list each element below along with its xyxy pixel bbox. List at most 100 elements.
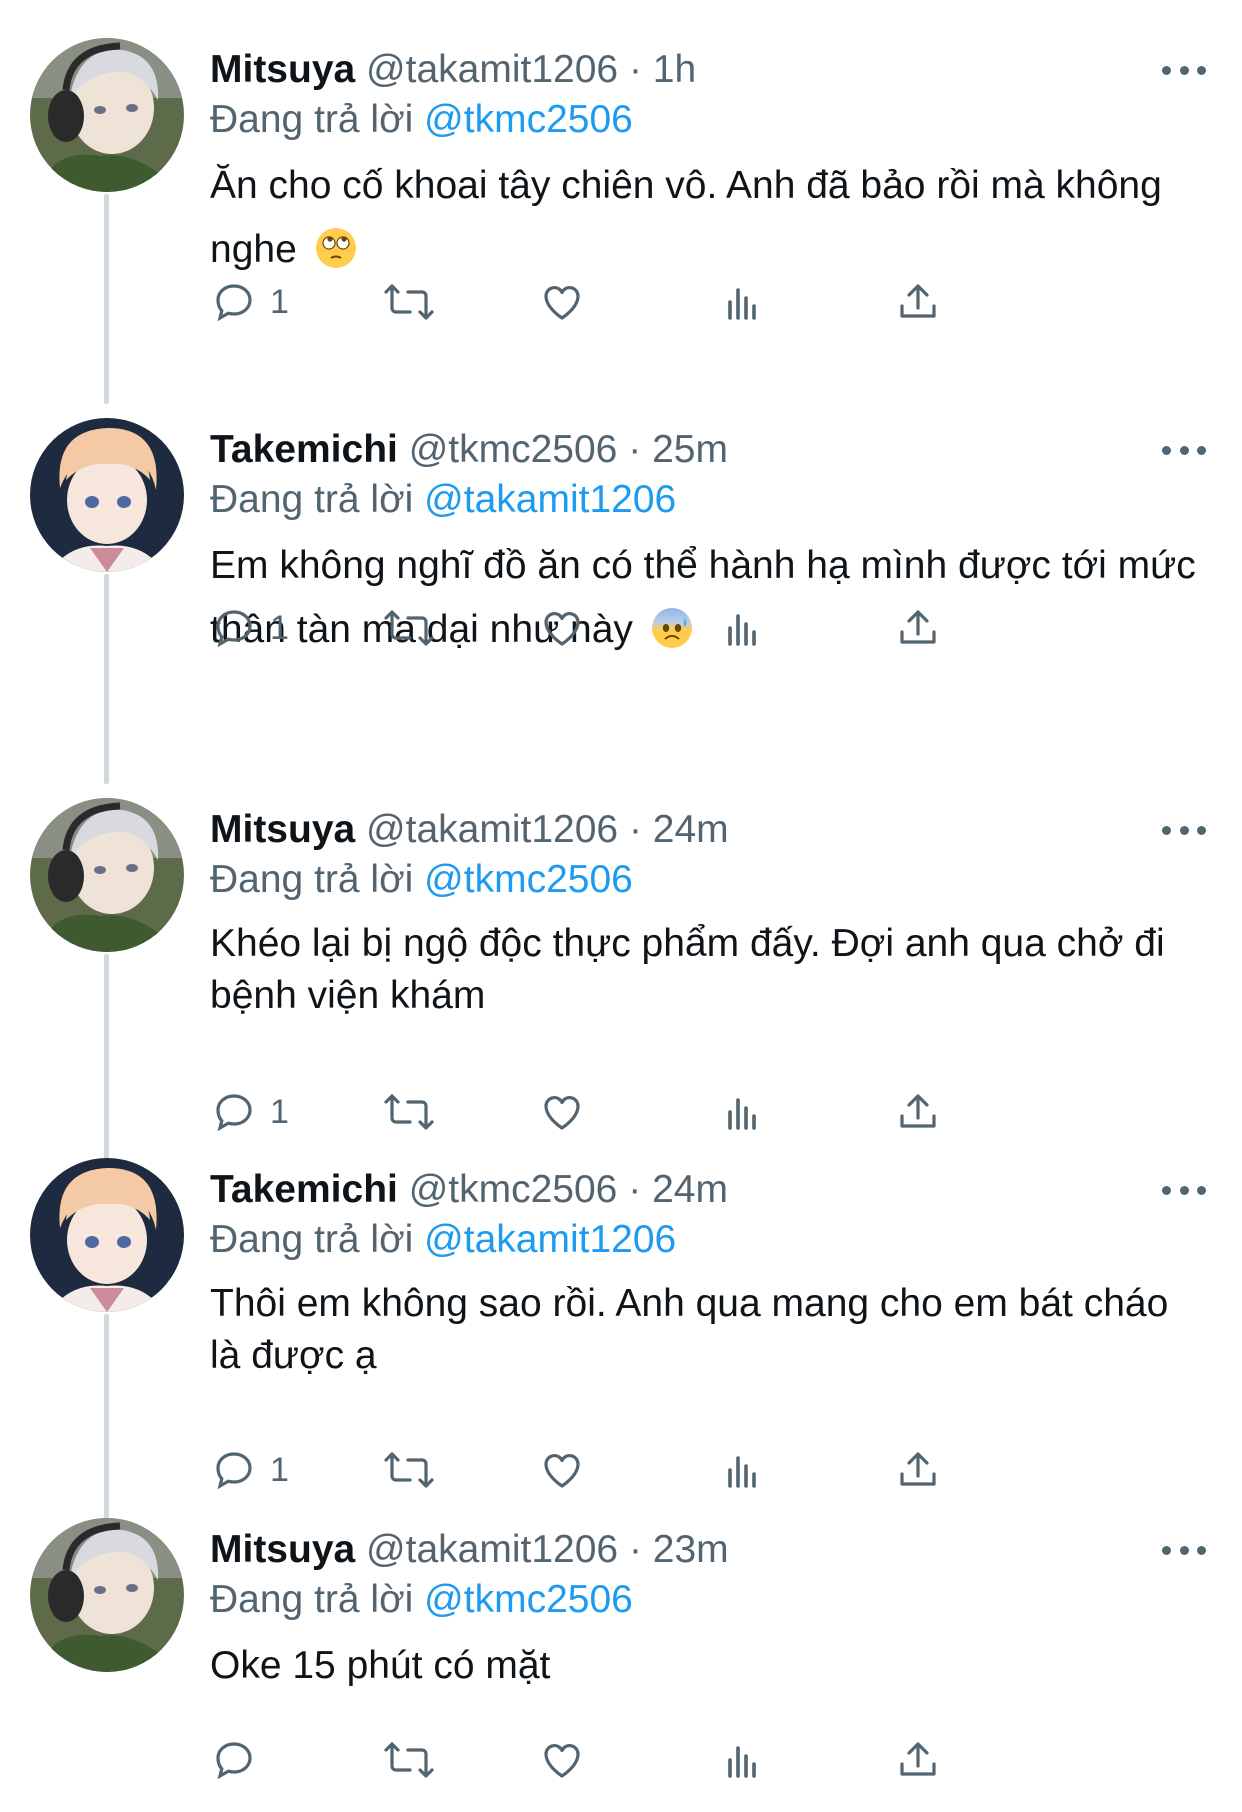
display-name[interactable]: Takemichi [210,1168,398,1211]
analytics-button[interactable] [718,1442,766,1498]
reply-handle-link[interactable]: @tkmc2506 [424,1578,633,1621]
replying-to-label: Đang trả lời [210,478,414,521]
reply-button[interactable]: 1 [210,274,289,330]
face-with-rolling-eyes-icon [315,228,356,268]
thread-line [104,1314,109,1524]
thread-line [104,954,109,1164]
timestamp[interactable]: 25m [652,428,728,471]
share-icon [900,1452,936,1486]
heart-icon [544,1743,580,1778]
reply-button[interactable]: 1 [210,600,289,656]
reply-button[interactable] [210,1732,270,1788]
replying-to: Đang trả lời @tkmc2506 [210,1576,633,1624]
analytics-icon [728,1098,756,1130]
heart-icon [544,1453,580,1488]
separator-dot: · [628,808,642,851]
timestamp[interactable]: 1h [653,48,696,91]
heart-icon [544,1095,580,1130]
timestamp[interactable]: 24m [653,808,729,851]
replying-to-label: Đang trả lời [210,98,414,141]
replying-to: Đang trả lời @takamit1206 [210,476,676,524]
avatar[interactable] [30,798,184,952]
heart-icon [544,611,580,646]
tweet-text: Khéo lại bị ngộ độc thực phẩm đấy. Đợi a… [210,918,1200,1022]
thread-line [104,574,109,784]
reply-count: 1 [270,608,289,647]
separator-dot: · [628,1528,642,1571]
replying-to: Đang trả lời @tkmc2506 [210,96,633,144]
analytics-icon [728,614,756,646]
like-button[interactable] [538,1442,586,1498]
heart-icon [544,285,580,320]
share-button[interactable] [894,1442,942,1498]
separator-dot: · [628,1168,642,1211]
avatar[interactable] [30,418,184,572]
more-options-icon[interactable] [1162,58,1206,82]
display-name[interactable]: Mitsuya [210,48,355,91]
avatar[interactable] [30,1158,184,1312]
share-icon [900,1742,936,1776]
more-options-icon[interactable] [1162,818,1206,842]
avatar[interactable] [30,1518,184,1672]
tweet-text-content: Khéo lại bị ngộ độc thực phẩm đấy. Đợi a… [210,922,1165,1017]
retweet-button[interactable] [382,1442,436,1498]
tweet-text: Ăn cho cố khoai tây chiên vô. Anh đã bảo… [210,154,1200,282]
like-button[interactable] [538,600,586,656]
retweet-button[interactable] [382,1732,436,1788]
analytics-button[interactable] [718,600,766,656]
tweet-header: Takemichi @tkmc2506 · 24m [210,1166,728,1214]
user-handle[interactable]: @takamit1206 [366,808,618,851]
reply-handle-link[interactable]: @tkmc2506 [424,98,633,141]
reply-handle-link[interactable]: @tkmc2506 [424,858,633,901]
user-handle[interactable]: @takamit1206 [366,48,618,91]
more-options-icon[interactable] [1162,438,1206,462]
timestamp[interactable]: 23m [653,1528,729,1571]
user-handle[interactable]: @tkmc2506 [409,1168,618,1211]
share-button[interactable] [894,600,942,656]
reply-button[interactable]: 1 [210,1442,289,1498]
user-handle[interactable]: @takamit1206 [366,1528,618,1571]
share-icon [900,284,936,318]
reply-handle-link[interactable]: @takamit1206 [424,478,676,521]
reply-count: 1 [270,282,289,321]
reply-icon [216,1742,252,1780]
display-name[interactable]: Mitsuya [210,1528,355,1571]
action-bar [210,1732,1110,1788]
share-button[interactable] [894,274,942,330]
reply-handle-link[interactable]: @takamit1206 [424,1218,676,1261]
analytics-icon [728,288,756,320]
tweet-text-content: Oke 15 phút có mặt [210,1644,551,1687]
display-name[interactable]: Mitsuya [210,808,355,851]
retweet-button[interactable] [382,274,436,330]
share-button[interactable] [894,1732,942,1788]
user-handle[interactable]: @tkmc2506 [409,428,618,471]
display-name[interactable]: Takemichi [210,428,398,471]
share-icon [900,1094,936,1128]
tweet-text: Oke 15 phút có mặt [210,1634,1200,1698]
tweet-header: Mitsuya @takamit1206 · 1h [210,46,696,94]
analytics-button[interactable] [718,1084,766,1140]
avatar[interactable] [30,38,184,192]
separator-dot: · [628,48,642,91]
tweet-header: Takemichi @tkmc2506 · 25m [210,426,728,474]
like-button[interactable] [538,1732,586,1788]
retweet-icon [384,1094,434,1130]
tweet-header: Mitsuya @takamit1206 · 24m [210,806,729,854]
like-button[interactable] [538,274,586,330]
more-options-icon[interactable] [1162,1538,1206,1562]
retweet-button[interactable] [382,600,436,656]
reply-icon [216,1094,252,1132]
action-bar: 1 [210,1084,1110,1140]
share-button[interactable] [894,1084,942,1140]
action-bar: 1 [210,274,1110,330]
retweet-button[interactable] [382,1084,436,1140]
like-button[interactable] [538,1084,586,1140]
retweet-icon [384,610,434,646]
tweet-text-content: Thôi em không sao rồi. Anh qua mang cho … [210,1282,1169,1377]
tweet-header: Mitsuya @takamit1206 · 23m [210,1526,729,1574]
reply-button[interactable]: 1 [210,1084,289,1140]
analytics-button[interactable] [718,274,766,330]
analytics-button[interactable] [718,1732,766,1788]
more-options-icon[interactable] [1162,1178,1206,1202]
timestamp[interactable]: 24m [652,1168,728,1211]
